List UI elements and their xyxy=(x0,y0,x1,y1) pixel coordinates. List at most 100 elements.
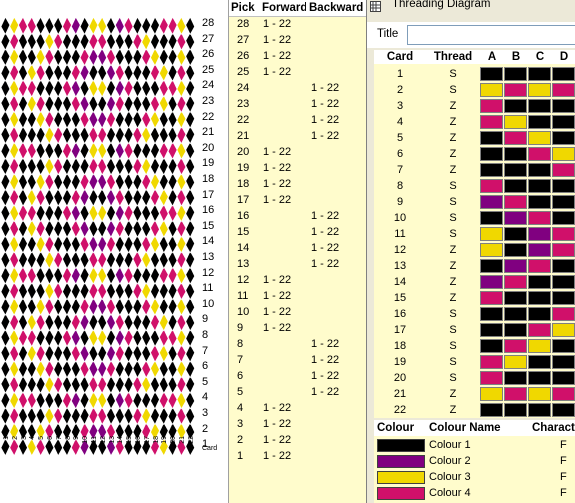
header-colour-name[interactable]: Colour Name xyxy=(429,422,501,434)
header-hole-d[interactable]: D xyxy=(552,51,575,63)
pick-row[interactable]: 10 1 - 22 xyxy=(229,305,367,321)
hole-b-colour-cell[interactable] xyxy=(504,195,527,209)
hole-a-colour-cell[interactable] xyxy=(480,227,503,241)
hole-d-colour-cell[interactable] xyxy=(552,147,575,161)
header-pick[interactable]: Pick xyxy=(231,2,261,14)
header-colour[interactable]: Colour xyxy=(377,422,414,434)
thread-direction[interactable]: S xyxy=(426,356,480,368)
hole-b-colour-cell[interactable] xyxy=(504,99,527,113)
thread-direction[interactable]: S xyxy=(426,324,480,336)
hole-c-colour-cell[interactable] xyxy=(528,115,551,129)
card-row[interactable]: 17 S xyxy=(374,322,575,338)
thread-direction[interactable]: Z xyxy=(426,148,480,160)
hole-c-colour-cell[interactable] xyxy=(528,387,551,401)
header-forward[interactable]: Forward xyxy=(262,2,306,14)
thread-direction[interactable]: S xyxy=(426,212,480,224)
hole-c-colour-cell[interactable] xyxy=(528,371,551,385)
header-card[interactable]: Card xyxy=(374,51,426,63)
header-thread[interactable]: Thread xyxy=(426,51,480,63)
thread-direction[interactable]: Z xyxy=(426,100,480,112)
card-row[interactable]: 4Z xyxy=(374,114,575,130)
hole-b-colour-cell[interactable] xyxy=(504,259,527,273)
card-row[interactable]: 9S xyxy=(374,194,575,210)
hole-d-colour-cell[interactable] xyxy=(552,291,575,305)
card-row[interactable]: 15 Z xyxy=(374,290,575,306)
pick-row[interactable]: 25 1 - 22 xyxy=(229,65,367,81)
hole-c-colour-cell[interactable] xyxy=(528,339,551,353)
pick-row[interactable]: 7 1 - 22 xyxy=(229,353,367,369)
card-row[interactable]: 8S xyxy=(374,178,575,194)
header-character[interactable]: Character xyxy=(532,422,575,434)
hole-a-colour-cell[interactable] xyxy=(480,163,503,177)
pick-row[interactable]: 28 1 - 22 xyxy=(229,17,367,33)
hole-a-colour-cell[interactable] xyxy=(480,371,503,385)
hole-b-colour-cell[interactable] xyxy=(504,307,527,321)
colour-row[interactable]: Colour 3 F xyxy=(374,469,575,485)
hole-b-colour-cell[interactable] xyxy=(504,275,527,289)
thread-direction[interactable]: Z xyxy=(426,260,480,272)
hole-d-colour-cell[interactable] xyxy=(552,163,575,177)
pick-row[interactable]: 6 1 - 22 xyxy=(229,369,367,385)
hole-b-colour-cell[interactable] xyxy=(504,291,527,305)
hole-c-colour-cell[interactable] xyxy=(528,355,551,369)
colour-swatch[interactable] xyxy=(377,455,425,468)
hole-d-colour-cell[interactable] xyxy=(552,403,575,417)
pick-row[interactable]: 12 1 - 22 xyxy=(229,273,367,289)
hole-b-colour-cell[interactable] xyxy=(504,355,527,369)
pick-row[interactable]: 15 1 - 22 xyxy=(229,225,367,241)
hole-d-colour-cell[interactable] xyxy=(552,355,575,369)
hole-d-colour-cell[interactable] xyxy=(552,275,575,289)
pick-row[interactable]: 8 1 - 22 xyxy=(229,337,367,353)
thread-direction[interactable]: S xyxy=(426,68,480,80)
pick-row[interactable]: 16 1 - 22 xyxy=(229,209,367,225)
thread-direction[interactable]: S xyxy=(426,196,480,208)
hole-b-colour-cell[interactable] xyxy=(504,403,527,417)
hole-a-colour-cell[interactable] xyxy=(480,323,503,337)
pick-row[interactable]: 4 1 - 22 xyxy=(229,401,367,417)
pick-row[interactable]: 20 1 - 22 xyxy=(229,145,367,161)
colour-row[interactable]: Colour 2 F xyxy=(374,453,575,469)
hole-b-colour-cell[interactable] xyxy=(504,115,527,129)
hole-d-colour-cell[interactable] xyxy=(552,195,575,209)
hole-d-colour-cell[interactable] xyxy=(552,307,575,321)
pick-table[interactable]: Pick Forward Backward 28 1 - 22 27 1 - 22 26… xyxy=(228,0,367,503)
hole-d-colour-cell[interactable] xyxy=(552,211,575,225)
card-row[interactable]: 16 S xyxy=(374,306,575,322)
hole-a-colour-cell[interactable] xyxy=(480,67,503,81)
card-row[interactable]: 6Z xyxy=(374,146,575,162)
pick-row[interactable]: 2 1 - 22 xyxy=(229,433,367,449)
hole-d-colour-cell[interactable] xyxy=(552,371,575,385)
hole-b-colour-cell[interactable] xyxy=(504,83,527,97)
pick-row[interactable]: 27 1 - 22 xyxy=(229,33,367,49)
pick-row[interactable]: 23 1 - 22 xyxy=(229,97,367,113)
card-row[interactable]: 12 Z xyxy=(374,242,575,258)
hole-d-colour-cell[interactable] xyxy=(552,131,575,145)
thread-direction[interactable]: Z xyxy=(426,404,480,416)
hole-a-colour-cell[interactable] xyxy=(480,243,503,257)
hole-c-colour-cell[interactable] xyxy=(528,307,551,321)
card-row[interactable]: 20 S xyxy=(374,370,575,386)
thread-direction[interactable]: S xyxy=(426,372,480,384)
pick-row[interactable]: 24 1 - 22 xyxy=(229,81,367,97)
hole-a-colour-cell[interactable] xyxy=(480,99,503,113)
hole-a-colour-cell[interactable] xyxy=(480,131,503,145)
hole-b-colour-cell[interactable] xyxy=(504,67,527,81)
thread-direction[interactable]: S xyxy=(426,340,480,352)
hole-c-colour-cell[interactable] xyxy=(528,179,551,193)
thread-direction[interactable]: Z xyxy=(426,132,480,144)
hole-d-colour-cell[interactable] xyxy=(552,83,575,97)
hole-c-colour-cell[interactable] xyxy=(528,211,551,225)
hole-d-colour-cell[interactable] xyxy=(552,259,575,273)
thread-direction[interactable]: S xyxy=(426,180,480,192)
hole-b-colour-cell[interactable] xyxy=(504,211,527,225)
header-backward[interactable]: Backward xyxy=(309,2,367,14)
hole-b-colour-cell[interactable] xyxy=(504,147,527,161)
card-row[interactable]: 21 Z xyxy=(374,386,575,402)
hole-c-colour-cell[interactable] xyxy=(528,227,551,241)
pick-row[interactable]: 19 1 - 22 xyxy=(229,161,367,177)
hole-d-colour-cell[interactable] xyxy=(552,99,575,113)
pick-row[interactable]: 14 1 - 22 xyxy=(229,241,367,257)
hole-d-colour-cell[interactable] xyxy=(552,243,575,257)
hole-a-colour-cell[interactable] xyxy=(480,355,503,369)
pick-row[interactable]: 1 1 - 22 xyxy=(229,449,367,465)
